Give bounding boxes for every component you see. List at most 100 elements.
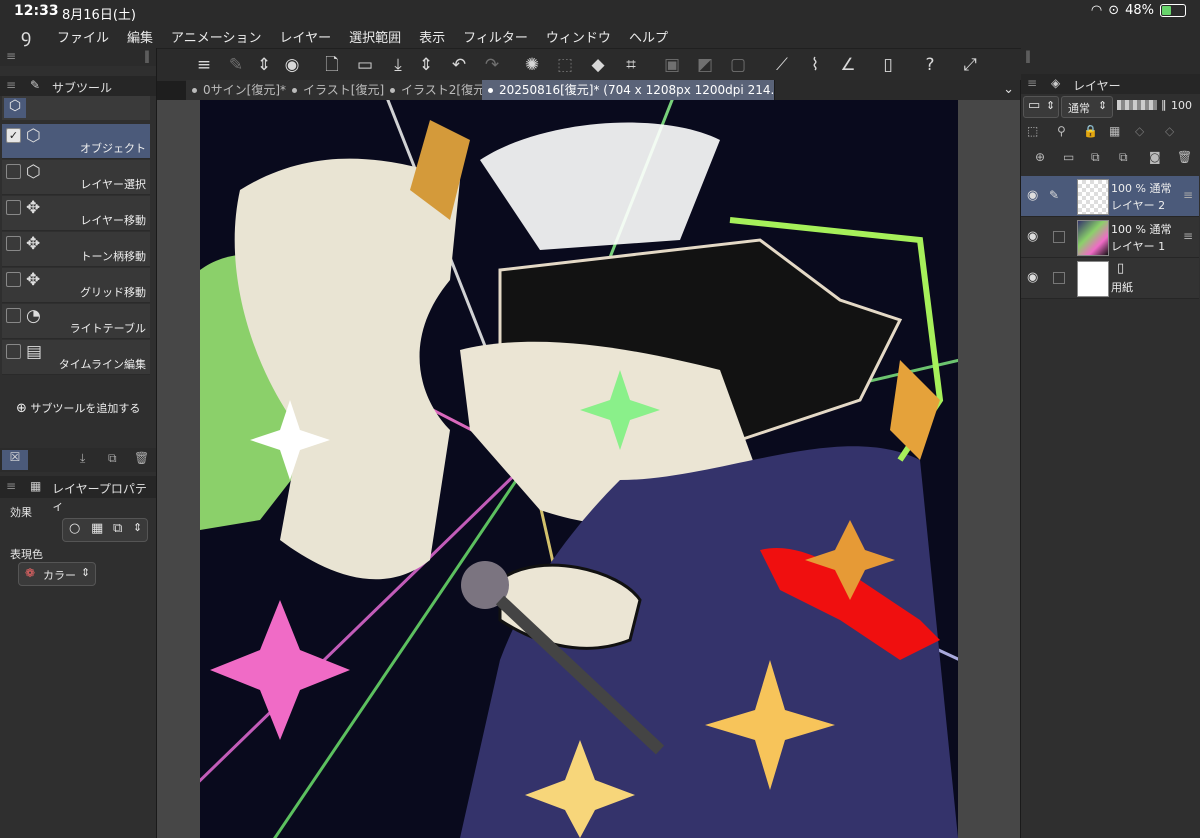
new-folder-icon[interactable]: ▭ xyxy=(1063,150,1074,164)
artwork-canvas[interactable] xyxy=(200,100,958,838)
subtool-layer-move[interactable]: ✥ レイヤー移動 xyxy=(2,196,150,231)
ruler-icon[interactable]: ⟋ xyxy=(770,53,794,77)
lock-icon[interactable]: 🔒 xyxy=(1083,124,1098,138)
quick-access-icon[interactable]: ✎ xyxy=(224,53,248,77)
help-icon[interactable]: ? xyxy=(918,53,942,77)
checkbox[interactable] xyxy=(6,272,21,287)
checkbox[interactable] xyxy=(6,344,21,359)
subtool-tone-move[interactable]: ✥ トーン柄移動 xyxy=(2,232,150,267)
subtool-object[interactable]: ✓ ⬡ オブジェクト xyxy=(2,124,150,159)
opacity-slider[interactable] xyxy=(1117,100,1157,110)
tab-illust2[interactable]: イラスト2[復元]* xyxy=(384,80,489,100)
deselect-icon[interactable]: ▣ xyxy=(660,53,684,77)
circle-effect-icon[interactable]: ○ xyxy=(69,521,80,536)
panel-menu-icon[interactable]: ≡ xyxy=(6,78,16,92)
panel-menu-icon[interactable]: ≡ xyxy=(6,479,16,493)
mask-layer-icon[interactable]: ◙ xyxy=(1149,150,1161,164)
panel-menu-icon[interactable]: ≡ xyxy=(6,49,16,63)
transform-icon[interactable]: ⌗ xyxy=(619,53,643,77)
tone-effect-icon[interactable]: ▦ xyxy=(91,521,103,536)
menu-edit[interactable]: 編集 xyxy=(118,27,162,46)
redo-icon[interactable]: ↷ xyxy=(480,53,504,77)
menu-layer[interactable]: レイヤー xyxy=(271,27,341,46)
border-effect-icon[interactable]: ⧉ xyxy=(113,521,122,536)
panel-resize-icon[interactable]: ‖ xyxy=(1025,49,1031,63)
app-logo-icon[interactable]: ꝯ xyxy=(12,24,40,48)
subtool-grid-move[interactable]: ✥ グリッド移動 xyxy=(2,268,150,303)
layer-drag-handle-icon[interactable]: ≡ xyxy=(1183,188,1193,202)
layer-color-select[interactable]: ▭ ⇕ xyxy=(1023,96,1059,118)
layer-row[interactable]: ◉ 100 % 通常 レイヤー 1 ≡ xyxy=(1021,217,1199,258)
object-tool-icon[interactable]: ⬡ xyxy=(4,98,26,118)
subtool-light-table[interactable]: ◔ ライトテーブル xyxy=(2,304,150,339)
chevron-updown-icon[interactable]: ⇕ xyxy=(133,521,142,534)
new-raster-layer-icon[interactable]: ⊕ xyxy=(1035,150,1045,164)
edge-keyboard-icon[interactable]: ◉ xyxy=(280,53,304,77)
angle-icon[interactable]: ∠ xyxy=(836,53,860,77)
layer-clip-icon[interactable]: ⬚ xyxy=(1027,124,1038,138)
copy-layer-icon[interactable]: ⧉ xyxy=(1091,150,1100,165)
reference-layer-icon[interactable]: ⚲ xyxy=(1057,124,1066,138)
tab-0sign[interactable]: 0サイン[復元]* xyxy=(186,80,293,100)
fullscreen-icon[interactable]: ⤢ xyxy=(958,53,982,77)
download-icon[interactable]: ⤓ xyxy=(80,451,85,466)
subtool-layer-select[interactable]: ⬡ レイヤー選択 xyxy=(2,160,150,195)
tab-active-document[interactable]: 20250816[復元]* (704 x 1208px 1200dpi 214.… xyxy=(482,80,775,100)
merge-layer-icon[interactable]: ⧉ xyxy=(1119,150,1128,165)
brush-ruler-icon[interactable]: ⌇ xyxy=(803,53,827,77)
eye-icon[interactable]: ◉ xyxy=(1027,270,1038,285)
hamburger-menu-icon[interactable]: ≡ xyxy=(192,53,216,77)
duplicate-icon[interactable]: ⧉ xyxy=(108,451,117,466)
delete-layer-icon[interactable]: 🗑 xyxy=(1177,150,1192,164)
checkbox[interactable] xyxy=(6,308,21,323)
open-folder-icon[interactable]: ▭ xyxy=(353,53,377,77)
trash-icon[interactable]: 🗑 xyxy=(134,451,149,465)
tab-illust[interactable]: イラスト[復元]* xyxy=(286,80,391,100)
updown-arrow-icon-2[interactable]: ⇕ xyxy=(414,53,438,77)
layer-lock-checkbox[interactable] xyxy=(1053,231,1065,243)
panel-resize-icon[interactable]: ‖ xyxy=(144,49,150,63)
updown-arrow-icon[interactable]: ⇕ xyxy=(252,53,276,77)
add-subtool-button[interactable]: ⊕ サブツールを追加する xyxy=(16,400,140,416)
mask-icon[interactable]: ◇ xyxy=(1135,124,1144,138)
loading-spinner-icon[interactable]: ✺ xyxy=(520,53,544,77)
menu-window[interactable]: ウィンドウ xyxy=(537,27,620,46)
menu-file[interactable]: ファイル xyxy=(48,27,118,46)
layer-row[interactable]: ◉ ✎ 100 % 通常 レイヤー 2 ≡ xyxy=(1021,176,1199,217)
menu-help[interactable]: ヘルプ xyxy=(620,27,677,46)
selection-border-icon[interactable]: ▢ xyxy=(726,53,750,77)
clear-icon[interactable]: ⬚ xyxy=(553,53,577,77)
subtool-timeline-edit[interactable]: ▤ タイムライン編集 xyxy=(2,340,150,375)
blend-mode-value: 通常 xyxy=(1068,102,1090,115)
eye-icon[interactable]: ◉ xyxy=(1027,229,1038,244)
blend-mode-select[interactable]: 通常 ⇕ xyxy=(1061,96,1113,118)
effect-buttons[interactable]: ○ ▦ ⧉ ⇕ xyxy=(62,518,148,542)
save-icon[interactable]: ⤓ xyxy=(386,53,410,77)
menu-animation[interactable]: アニメーション xyxy=(162,27,270,46)
checkbox[interactable] xyxy=(6,164,21,179)
undo-icon[interactable]: ↶ xyxy=(447,53,471,77)
mask-apply-icon[interactable]: ◇ xyxy=(1165,124,1174,138)
canvas-area[interactable] xyxy=(157,100,1020,838)
checkbox[interactable] xyxy=(6,236,21,251)
panel-menu-icon[interactable]: ≡ xyxy=(1027,76,1037,90)
eye-icon[interactable]: ◉ xyxy=(1027,188,1038,203)
opacity-handle[interactable]: ‖ xyxy=(1161,98,1167,111)
layer-drag-handle-icon[interactable]: ≡ xyxy=(1183,229,1193,243)
menu-filter[interactable]: フィルター xyxy=(454,27,537,46)
smartphone-icon[interactable]: ▯ xyxy=(876,53,900,77)
fill-icon[interactable]: ◆ xyxy=(586,53,610,77)
lock-transparency-icon[interactable]: ▦ xyxy=(1109,124,1120,138)
subtool-settings-icon[interactable]: ☒ xyxy=(2,450,28,470)
tabs-dropdown-icon[interactable]: ⌄ xyxy=(1003,80,1014,100)
checkbox[interactable]: ✓ xyxy=(6,128,21,143)
checkbox[interactable] xyxy=(6,200,21,215)
expression-color-select[interactable]: ❁ カラー ⇕ xyxy=(18,562,96,586)
new-file-icon[interactable]: 🗋 xyxy=(320,53,344,77)
menu-view[interactable]: 表示 xyxy=(410,27,454,46)
layer-lock-checkbox[interactable] xyxy=(1053,272,1065,284)
invert-selection-icon[interactable]: ◩ xyxy=(693,53,717,77)
layer-row[interactable]: ◉ ▯ 用紙 xyxy=(1021,258,1199,299)
opacity-value[interactable]: 100 xyxy=(1171,99,1192,112)
menu-selection[interactable]: 選択範囲 xyxy=(340,27,410,46)
